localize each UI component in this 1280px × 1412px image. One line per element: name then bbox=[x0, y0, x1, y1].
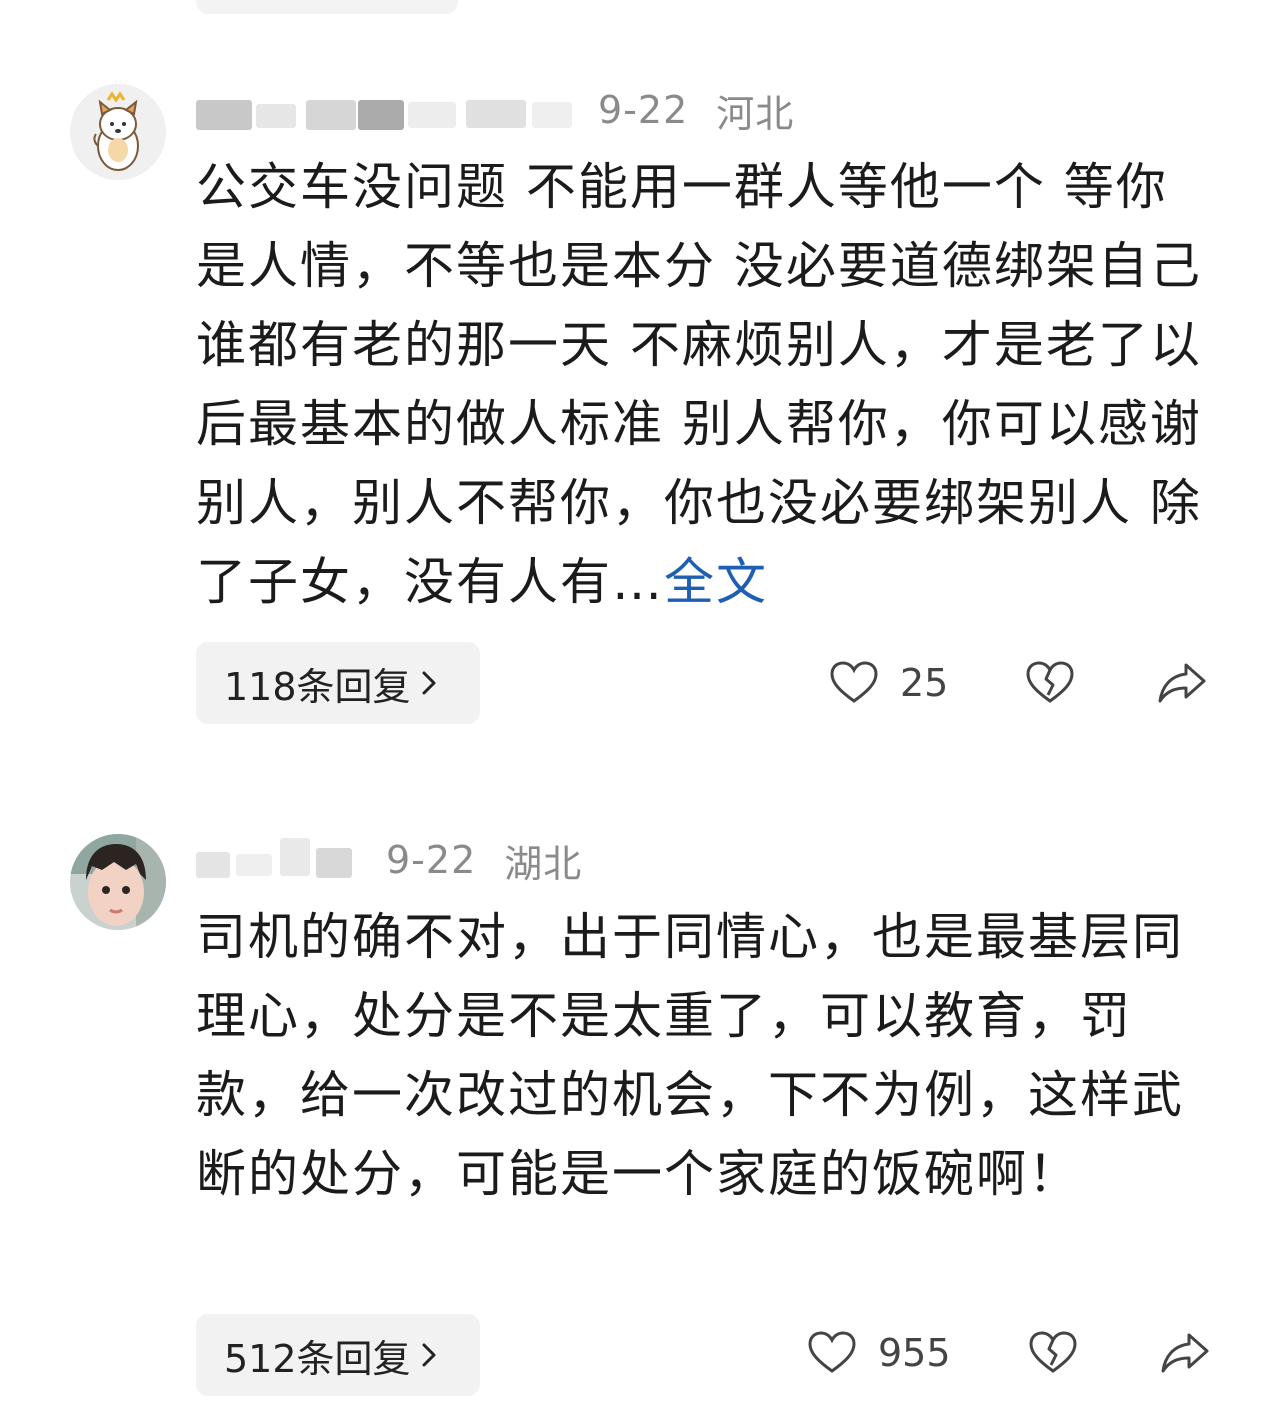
like-button[interactable]: 955 bbox=[806, 1327, 951, 1379]
comment-meta: 9-22 湖北 bbox=[196, 830, 582, 890]
user-avatar[interactable] bbox=[70, 834, 166, 930]
blurred-username[interactable] bbox=[196, 836, 356, 884]
dislike-heart-icon[interactable] bbox=[1024, 657, 1076, 709]
comment-date: 9-22 bbox=[598, 88, 689, 132]
dislike-heart-icon[interactable] bbox=[1027, 1327, 1079, 1379]
replies-button[interactable]: 512条回复 bbox=[196, 1314, 480, 1396]
chevron-right-icon bbox=[422, 1343, 436, 1367]
comment-date: 9-22 bbox=[386, 838, 477, 882]
expand-full-text-link[interactable]: 全文 bbox=[664, 553, 768, 611]
comment-region: 河北 bbox=[716, 91, 795, 136]
replies-label: 512条回复 bbox=[224, 1336, 411, 1381]
dog-avatar-icon bbox=[70, 84, 166, 180]
like-count: 955 bbox=[878, 1331, 951, 1375]
chevron-right-icon bbox=[422, 671, 436, 695]
replies-button[interactable]: 118条回复 bbox=[196, 642, 480, 724]
previous-reply-button[interactable] bbox=[196, 0, 458, 14]
comment-actions: 25 bbox=[828, 657, 1208, 709]
comment-text: 司机的确不对，出于同情心，也是最基层同理心，处分是不是太重了，可以教育，罚款，给… bbox=[196, 908, 1184, 1203]
like-count: 25 bbox=[900, 661, 949, 705]
share-icon[interactable] bbox=[1159, 1327, 1211, 1379]
comment-actions: 955 bbox=[806, 1327, 1211, 1379]
like-button[interactable]: 25 bbox=[828, 657, 948, 709]
comment-text: 公交车没问题 不能用一群人等他一个 等你是人情，不等也是本分 没必要道德绑架自己… bbox=[196, 158, 1202, 611]
share-icon[interactable] bbox=[1156, 657, 1208, 709]
replies-label: 118条回复 bbox=[224, 664, 411, 709]
user-avatar[interactable] bbox=[70, 84, 166, 180]
comment-region: 湖北 bbox=[504, 841, 583, 886]
heart-icon bbox=[830, 661, 878, 703]
comment-meta: 9-22 河北 bbox=[196, 80, 794, 140]
blurred-username[interactable] bbox=[196, 86, 576, 134]
heart-icon bbox=[808, 1331, 856, 1373]
child-photo-avatar bbox=[70, 834, 166, 930]
